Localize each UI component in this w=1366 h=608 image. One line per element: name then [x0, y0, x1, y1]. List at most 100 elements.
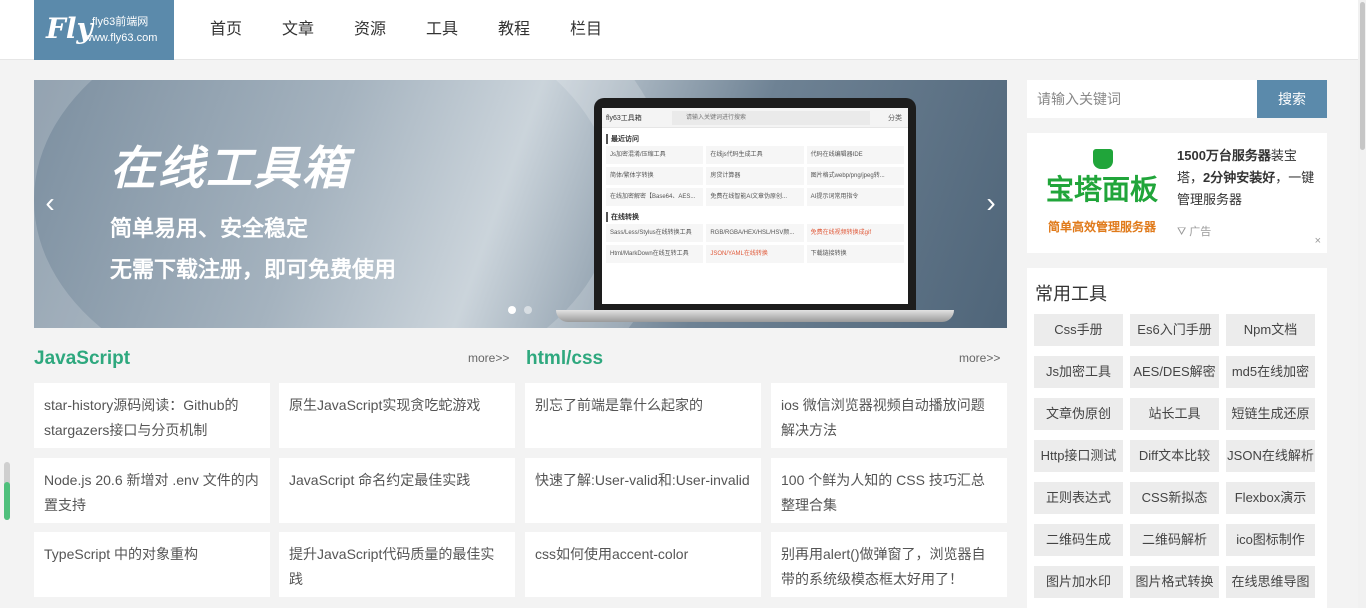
ad-text-bold: 1500万台服务器: [1177, 148, 1271, 163]
screen-section-recent: 最近访问: [606, 134, 904, 144]
tool-link[interactable]: 文章伪原创: [1034, 398, 1123, 430]
common-tools-panel: 常用工具 Css手册 Es6入门手册 Npm文档 Js加密工具 AES/DES解…: [1027, 268, 1327, 608]
tool-link[interactable]: md5在线加密: [1226, 356, 1315, 388]
tool-link[interactable]: ico图标制作: [1226, 524, 1315, 556]
tool-link[interactable]: 在线思维导图: [1226, 566, 1315, 598]
tool-link[interactable]: Js加密工具: [1034, 356, 1123, 388]
tool-link[interactable]: Flexbox演示: [1226, 482, 1315, 514]
tool-link[interactable]: AES/DES解密: [1130, 356, 1219, 388]
main-nav: 首页 文章 资源 工具 教程 栏目: [190, 0, 622, 60]
tool-link[interactable]: 图片加水印: [1034, 566, 1123, 598]
screen-item: 免费在线视频转换成gif: [806, 224, 904, 242]
carousel-prev-icon[interactable]: ‹: [40, 188, 60, 218]
nav-item-home[interactable]: 首页: [190, 0, 262, 60]
carousel-dot[interactable]: [508, 306, 516, 314]
ad-banner[interactable]: 宝塔面板 简单高效管理服务器 1500万台服务器装宝塔，2分钟安装好，一键管理服…: [1027, 133, 1327, 253]
side-scroll-indicator[interactable]: [4, 462, 10, 520]
tool-link[interactable]: 正则表达式: [1034, 482, 1123, 514]
banner-subtitle-1: 简单易用、安全稳定: [110, 216, 309, 241]
tool-link[interactable]: Npm文档: [1226, 314, 1315, 346]
nav-item-tools[interactable]: 工具: [406, 0, 478, 60]
article-card[interactable]: 原生JavaScript实现贪吃蛇游戏: [279, 383, 515, 448]
logo-site-name: fly63前端网: [92, 16, 149, 28]
screen-section-convert: 在线转换: [606, 212, 904, 222]
section-title-javascript[interactable]: JavaScript: [34, 348, 130, 370]
ad-flag: ⛛ 广告: [1177, 223, 1211, 239]
banner-subtitle-2: 无需下载注册，即可免费使用: [110, 257, 397, 282]
section-title-htmlcss[interactable]: html/css: [526, 348, 603, 370]
banner-title: 在线工具箱: [110, 142, 350, 194]
article-card[interactable]: ios 微信浏览器视频自动播放问题解决方法: [771, 383, 1007, 448]
search-button[interactable]: 搜索: [1257, 80, 1327, 118]
logo-site-url: www.fly63.com: [84, 32, 158, 44]
ad-flag-icon: ⛛: [1177, 226, 1190, 238]
screen-item: AI提示词常用指令: [806, 188, 904, 206]
tool-link[interactable]: 二维码生成: [1034, 524, 1123, 556]
nav-item-articles[interactable]: 文章: [262, 0, 334, 60]
article-card[interactable]: css如何使用accent-color: [525, 532, 761, 597]
tool-link[interactable]: 图片格式转换: [1130, 566, 1219, 598]
ad-brand: 宝塔面板: [1045, 174, 1158, 205]
tool-link[interactable]: Css手册: [1034, 314, 1123, 346]
screen-item: 代码在线编辑器IDE: [806, 146, 904, 164]
ad-text-bold: 2分钟安装好: [1203, 170, 1276, 185]
nav-item-resources[interactable]: 资源: [334, 0, 406, 60]
tool-link[interactable]: Diff文本比较: [1130, 440, 1219, 472]
nav-item-tutorials[interactable]: 教程: [478, 0, 550, 60]
site-logo[interactable]: Fly fly63前端网 www.fly63.com: [34, 0, 174, 60]
screen-grid-convert: Sass/Less/Stylus在线转换工具 RGB/RGBA/HEX/HSL/…: [606, 224, 904, 263]
laptop-base: [556, 310, 954, 322]
banner-carousel[interactable]: 在线工具箱 简单易用、安全稳定 无需下载注册，即可免费使用 fly63工具箱 请…: [34, 80, 1007, 328]
bt-logo-icon: [1093, 149, 1113, 169]
screen-item: RGB/RGBA/HEX/HSL/HSV颜...: [706, 224, 804, 242]
screen-item: 房贷计算器: [706, 167, 804, 185]
page-scrollbar-thumb[interactable]: [1360, 2, 1365, 150]
screen-item: 在线加密解密【Base64、AES...: [606, 188, 704, 206]
header: Fly fly63前端网 www.fly63.com 首页 文章 资源 工具 教…: [0, 0, 1366, 60]
screen-brand: fly63工具箱: [606, 115, 642, 122]
tool-link[interactable]: 二维码解析: [1130, 524, 1219, 556]
screen-item: 图片格式webp/png/jpeg转...: [806, 167, 904, 185]
screen-category: 分类: [888, 115, 902, 122]
screen-item: 简体/繁体字转换: [606, 167, 704, 185]
laptop-screen: fly63工具箱 请输入关键词进行搜索 分类 最近访问 Js加密混淆/压缩工具 …: [602, 108, 908, 304]
article-card[interactable]: 100 个鲜为人知的 CSS 技巧汇总整理合集: [771, 458, 1007, 523]
screen-item: 免费在线智能AI文章伪原创...: [706, 188, 804, 206]
screen-item: JSON/YAML在线转换: [706, 245, 804, 263]
screen-item: Sass/Less/Stylus在线转换工具: [606, 224, 704, 242]
nav-item-columns[interactable]: 栏目: [550, 0, 622, 60]
screen-item: Html/MarkDown在线互转工具: [606, 245, 704, 263]
ad-flag-label: 广告: [1189, 226, 1212, 238]
article-card[interactable]: 提升JavaScript代码质量的最佳实践: [279, 532, 515, 597]
laptop-illustration: fly63工具箱 请输入关键词进行搜索 分类 最近访问 Js加密混淆/压缩工具 …: [594, 98, 916, 310]
search-input[interactable]: [1027, 80, 1257, 118]
carousel-next-icon[interactable]: ›: [981, 188, 1001, 218]
tool-link[interactable]: CSS新拟态: [1130, 482, 1219, 514]
article-card[interactable]: TypeScript 中的对象重构: [34, 532, 270, 597]
ad-text[interactable]: 1500万台服务器装宝塔，2分钟安装好，一键管理服务器: [1177, 145, 1317, 211]
section-more-javascript[interactable]: more>>: [468, 351, 509, 365]
article-card[interactable]: star-history源码阅读：Github的stargazers接口与分页机…: [34, 383, 270, 448]
banner-background-swirl: [34, 80, 674, 328]
tool-link[interactable]: Es6入门手册: [1130, 314, 1219, 346]
tool-link[interactable]: 短链生成还原: [1226, 398, 1315, 430]
article-card[interactable]: 快速了解:User-valid和:User-invalid: [525, 458, 761, 523]
article-card[interactable]: Node.js 20.6 新增对 .env 文件的内置支持: [34, 458, 270, 523]
tool-link[interactable]: JSON在线解析: [1226, 440, 1315, 472]
ad-slogan: 简单高效管理服务器: [1047, 220, 1156, 234]
article-card[interactable]: 别忘了前端是靠什么起家的: [525, 383, 761, 448]
tool-link[interactable]: 站长工具: [1130, 398, 1219, 430]
carousel-dot[interactable]: [524, 306, 532, 314]
article-card[interactable]: JavaScript 命名约定最佳实践: [279, 458, 515, 523]
article-card[interactable]: 别再用alert()做弹窗了，浏览器自带的系统级模态框太好用了！: [771, 532, 1007, 597]
tool-link[interactable]: Http接口测试: [1034, 440, 1123, 472]
screen-item: Js加密混淆/压缩工具: [606, 146, 704, 164]
tools-grid: Css手册 Es6入门手册 Npm文档 Js加密工具 AES/DES解密 md5…: [1034, 314, 1315, 598]
screen-toolbar: fly63工具箱 请输入关键词进行搜索 分类: [602, 108, 908, 128]
close-icon[interactable]: ×: [1315, 235, 1321, 247]
ad-image[interactable]: 宝塔面板 简单高效管理服务器: [1037, 143, 1167, 243]
section-more-htmlcss[interactable]: more>>: [959, 351, 1000, 365]
screen-grid-recent: Js加密混淆/压缩工具 在线js代码生成工具 代码在线编辑器IDE 简体/繁体字…: [606, 146, 904, 206]
screen-item: 在线js代码生成工具: [706, 146, 804, 164]
screen-item: 下载链接转换: [806, 245, 904, 263]
